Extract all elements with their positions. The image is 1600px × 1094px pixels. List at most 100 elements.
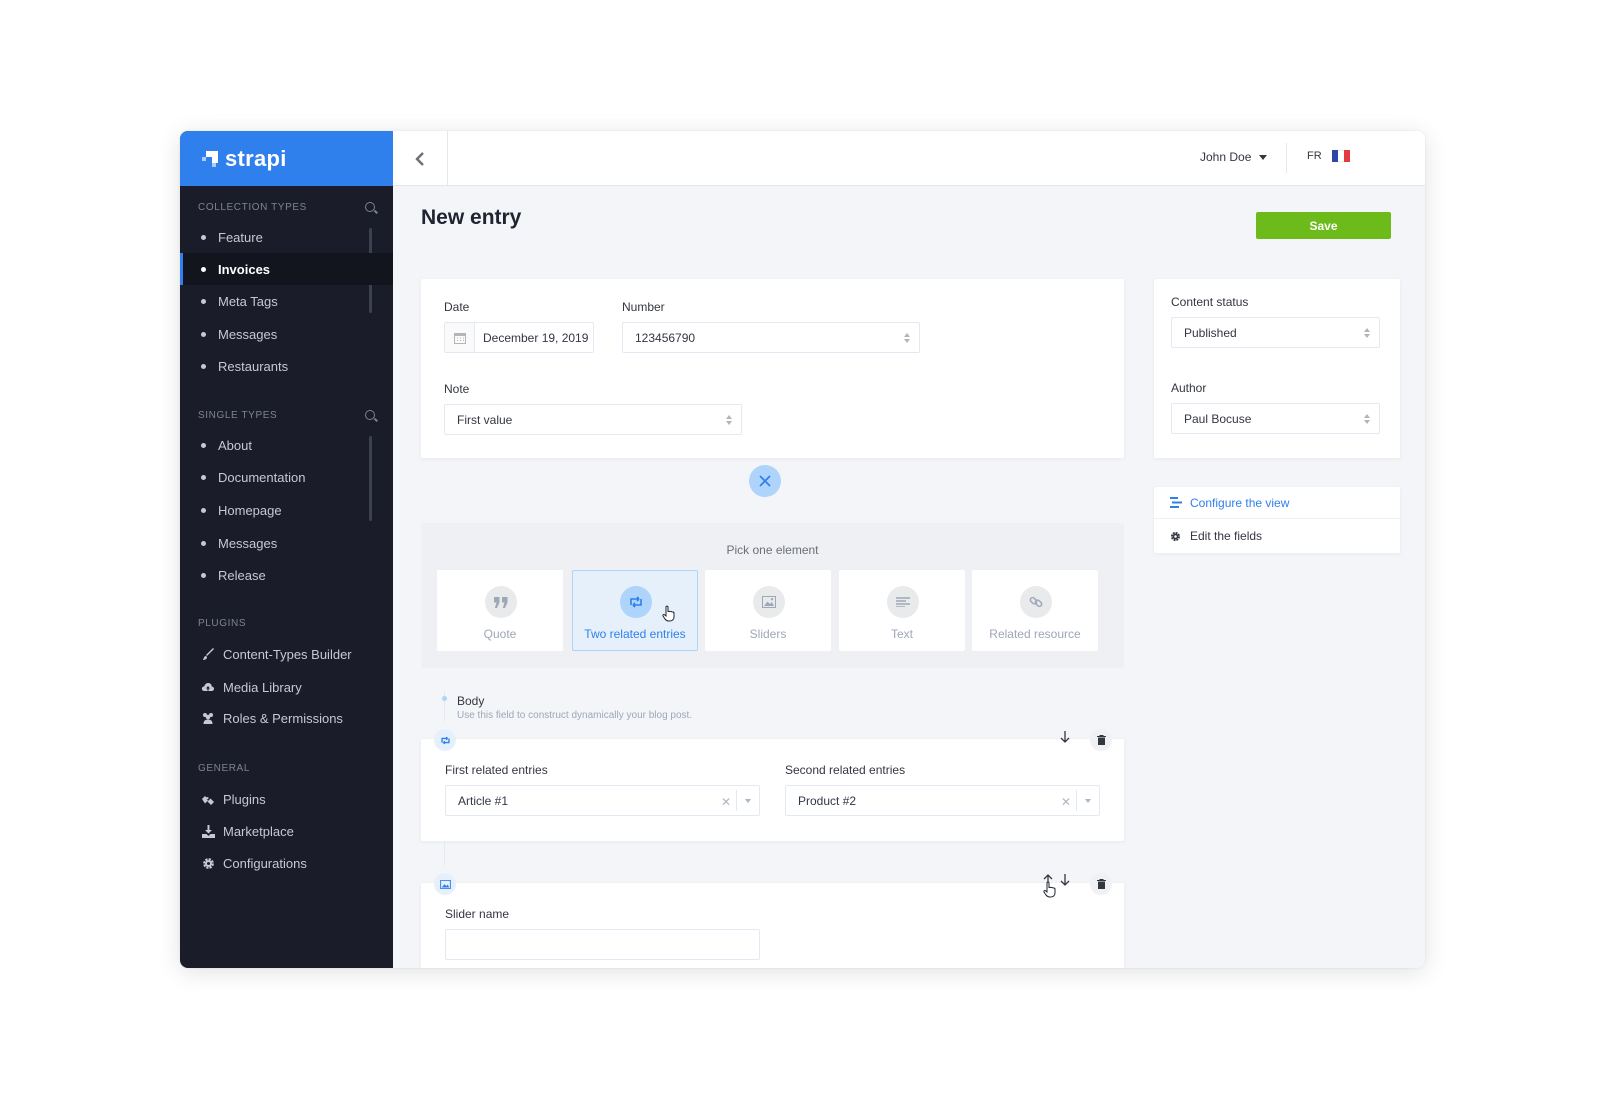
sidebar-item-label: Homepage [218, 502, 282, 518]
configure-view-link[interactable]: Configure the view [1154, 487, 1400, 519]
slider-name-input[interactable] [445, 929, 760, 960]
trash-icon [1096, 735, 1106, 745]
note-label: Note [444, 382, 470, 396]
status-card: Content status Published Author Paul Boc… [1154, 279, 1400, 458]
general-title: General [198, 762, 250, 774]
view-actions-card: Configure the view Edit the fields [1154, 487, 1400, 553]
date-value: December 19, 2019 [483, 330, 589, 345]
picker-option-quote[interactable]: Quote [437, 570, 563, 651]
sidebar-item-media-library[interactable]: Media Library [180, 671, 393, 703]
delete-component-button[interactable] [1090, 729, 1112, 751]
back-button[interactable] [393, 131, 448, 186]
sidebar: strapi Collection Types Feature Invoices… [180, 131, 393, 968]
first-related-label: First related entries [445, 763, 548, 777]
picker-option-two-related-entries[interactable]: Two related entries [572, 570, 698, 651]
move-down-icon[interactable] [1059, 730, 1071, 744]
clear-icon[interactable]: ✕ [1061, 795, 1071, 809]
content-status-select[interactable]: Published [1171, 317, 1380, 348]
caret-down-icon[interactable] [1085, 799, 1091, 803]
sidebar-item-restaurants[interactable]: Restaurants [180, 350, 393, 382]
bullet-icon [201, 572, 206, 578]
page-title: New entry [421, 206, 522, 229]
retweet-icon [434, 729, 456, 751]
bullet-icon [201, 331, 206, 337]
single-types-section: Single Types [180, 408, 393, 422]
sidebar-item-about[interactable]: About [180, 429, 393, 461]
link-icon [1020, 586, 1052, 618]
sidebar-item-label: Media Library [223, 679, 302, 695]
number-stepper-icon[interactable] [904, 333, 910, 343]
author-select[interactable]: Paul Bocuse [1171, 403, 1380, 434]
sidebar-item-plugins[interactable]: Plugins [180, 783, 393, 815]
select-arrows-icon [726, 415, 732, 425]
content-status-label: Content status [1171, 295, 1249, 309]
caret-down-icon[interactable] [745, 799, 751, 803]
edit-fields-label: Edit the fields [1190, 529, 1263, 543]
sidebar-item-label: Marketplace [223, 823, 294, 839]
sidebar-item-marketplace[interactable]: Marketplace [180, 815, 393, 847]
sidebar-item-homepage[interactable]: Homepage [180, 494, 393, 526]
puzzle-icon [201, 792, 215, 806]
quote-icon [485, 586, 517, 618]
bullet-icon [201, 234, 206, 240]
sidebar-item-label: Plugins [223, 791, 266, 807]
picker-option-label: Sliders [749, 627, 787, 641]
sidebar-item-label: Release [218, 567, 266, 583]
component-picker: Pick one element Quote Two related entri… [421, 523, 1124, 668]
top-header: John Doe FR [393, 131, 1425, 186]
language-switcher[interactable]: FR [1307, 150, 1350, 162]
text-align-icon [887, 586, 919, 618]
edit-fields-link[interactable]: Edit the fields [1154, 520, 1400, 552]
user-menu[interactable]: John Doe [1200, 150, 1268, 164]
sidebar-item-feature[interactable]: Feature [180, 221, 393, 253]
sidebar-item-release[interactable]: Release [180, 559, 393, 591]
picker-option-sliders[interactable]: Sliders [705, 570, 831, 651]
close-icon [759, 475, 771, 487]
picker-option-text[interactable]: Text [839, 570, 965, 651]
brush-icon [201, 647, 215, 661]
first-related-select[interactable]: Article #1 ✕ [445, 785, 760, 816]
close-picker-button[interactable] [749, 465, 781, 497]
picker-option-related-resource[interactable]: Related resource [972, 570, 1098, 651]
sidebar-item-messages[interactable]: Messages [180, 318, 393, 350]
move-down-icon[interactable] [1059, 873, 1071, 887]
note-select[interactable]: First value [444, 404, 742, 435]
slider-component: Slider name [421, 883, 1124, 968]
sidebar-item-meta-tags[interactable]: Meta Tags [180, 285, 393, 317]
delete-component-button[interactable] [1090, 873, 1112, 895]
plugins-title: Plugins [198, 617, 247, 629]
chevron-left-icon [415, 151, 424, 166]
sidebar-item-content-types-builder[interactable]: Content-Types Builder [180, 638, 393, 670]
sidebar-item-messages-single[interactable]: Messages [180, 527, 393, 559]
picker-option-label: Quote [483, 627, 517, 641]
search-icon[interactable] [365, 410, 375, 420]
timeline-line [444, 841, 445, 865]
calendar-icon [445, 323, 475, 352]
second-related-value: Product #2 [798, 793, 857, 808]
save-button[interactable]: Save [1256, 212, 1391, 239]
timeline-dot-icon [442, 696, 447, 701]
brand-header[interactable]: strapi [180, 131, 393, 186]
search-icon[interactable] [365, 202, 375, 212]
sidebar-item-invoices[interactable]: Invoices [180, 253, 393, 285]
author-label: Author [1171, 381, 1207, 395]
bullet-icon [201, 442, 206, 448]
sidebar-item-roles-permissions[interactable]: Roles & Permissions [180, 702, 393, 734]
date-label: Date [444, 300, 470, 314]
content-status-value: Published [1184, 325, 1237, 340]
slider-name-label: Slider name [445, 907, 510, 921]
sidebar-item-documentation[interactable]: Documentation [180, 461, 393, 493]
second-related-select[interactable]: Product #2 ✕ [785, 785, 1100, 816]
select-divider [1076, 790, 1077, 811]
date-field[interactable]: December 19, 2019 [444, 322, 594, 353]
hand-cursor-icon [662, 605, 675, 622]
single-types-title: Single Types [198, 409, 278, 421]
sidebar-item-label: Roles & Permissions [223, 710, 343, 726]
number-field[interactable]: 123456790 [622, 322, 920, 353]
header-divider [1286, 143, 1287, 173]
language-code: FR [1307, 150, 1322, 162]
bullet-icon [201, 507, 206, 513]
sidebar-item-configurations[interactable]: Configurations [180, 847, 393, 879]
bullet-icon [201, 474, 206, 480]
clear-icon[interactable]: ✕ [721, 795, 731, 809]
